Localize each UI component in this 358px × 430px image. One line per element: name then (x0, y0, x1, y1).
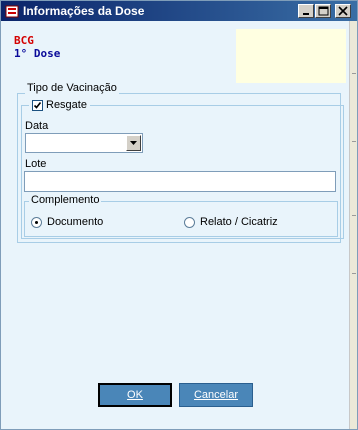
dialog-window: Informações da Dose BCG 1° Dose Tipo de … (0, 0, 358, 430)
title-bar[interactable]: Informações da Dose (1, 1, 357, 21)
resgate-checkbox[interactable] (32, 99, 43, 111)
complemento-title: Complemento (29, 194, 102, 206)
data-dropdown-button[interactable] (126, 135, 141, 151)
radio-relato-label: Relato / Cicatriz (200, 216, 278, 228)
info-box (236, 29, 346, 83)
minimize-icon (303, 13, 309, 15)
vaccination-type-title: Tipo de Vacinação (25, 82, 119, 94)
radio-relato[interactable] (184, 216, 195, 228)
radio-documento-label: Documento (47, 216, 104, 228)
parent-window-edge (349, 21, 357, 429)
chevron-down-icon (130, 141, 137, 145)
data-select[interactable] (25, 133, 143, 153)
lote-label: Lote (25, 158, 47, 170)
app-icon (4, 3, 20, 19)
ok-button[interactable]: OK (98, 383, 172, 407)
resgate-label: Resgate (46, 99, 87, 111)
cancel-button[interactable]: Cancelar (179, 383, 253, 407)
dose-name: 1° Dose (14, 47, 61, 60)
vaccine-name: BCG (14, 34, 34, 47)
maximize-button[interactable] (315, 4, 331, 18)
radio-relato-row[interactable]: Relato / Cicatriz (184, 216, 278, 228)
resgate-checkbox-row[interactable]: Resgate (29, 99, 90, 111)
radio-documento-row[interactable]: Documento (31, 216, 103, 228)
maximize-icon (318, 6, 329, 16)
close-button[interactable] (335, 4, 351, 18)
data-label: Data (25, 120, 49, 132)
lote-input[interactable] (24, 171, 336, 192)
window-title: Informações da Dose (23, 4, 145, 18)
close-icon (338, 6, 348, 16)
minimize-button[interactable] (298, 4, 314, 18)
checkmark-icon (33, 101, 42, 109)
radio-documento[interactable] (31, 216, 42, 228)
